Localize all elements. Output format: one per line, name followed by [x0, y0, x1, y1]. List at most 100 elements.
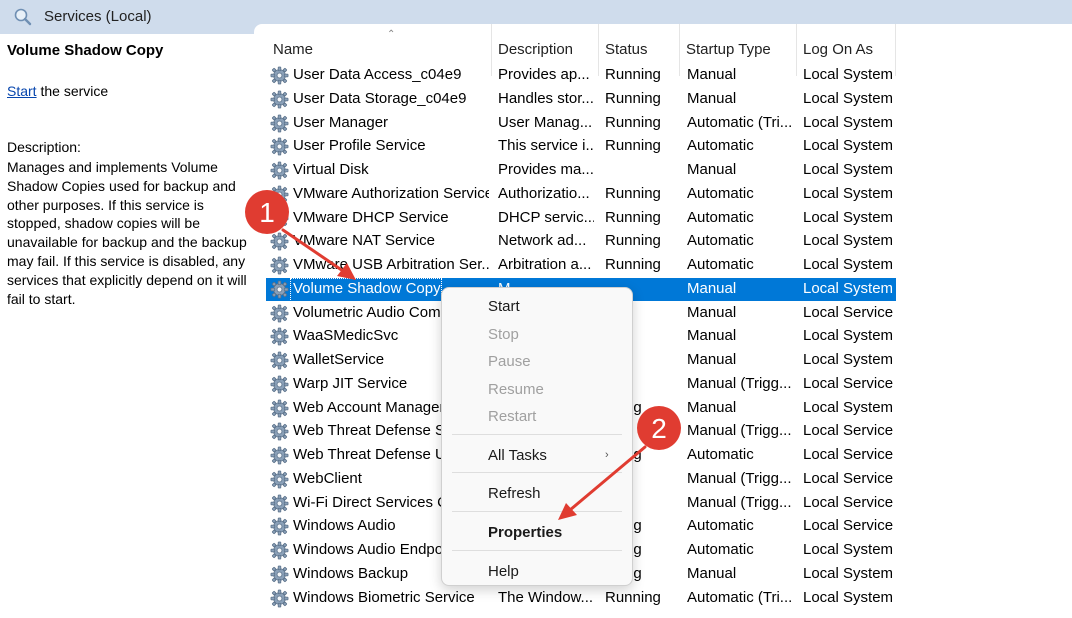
service-startup-type: Manual	[687, 303, 737, 321]
table-row[interactable]: User Manager User Manag... Running Automati…	[254, 112, 1072, 135]
gear-icon	[270, 304, 289, 323]
table-row[interactable]: Windows Biometric Service The Window... Ru…	[254, 587, 1072, 610]
service-log-on-as: Local System	[803, 398, 894, 416]
gear-icon	[270, 232, 289, 251]
description-text: Manages and implements Volume Shadow Cop…	[7, 159, 247, 307]
service-log-on-as: Local System	[803, 161, 894, 178]
service-status: Running	[605, 232, 661, 250]
service-log-on-as: Local System	[803, 279, 894, 297]
sort-ascending-icon: ⌃	[387, 29, 396, 40]
services-list[interactable]: Name ⌃ Description Status Startup Type Lo…	[254, 24, 1072, 618]
service-log-on-as: Local Service	[803, 446, 894, 463]
service-name: VMware DHCP Service	[293, 208, 449, 226]
service-description: Provides ma...	[498, 161, 594, 178]
menu-item-all-tasks[interactable]: All Tasks	[488, 447, 547, 464]
service-log-on-as: Local System	[803, 89, 894, 107]
menu-item-help[interactable]: Help	[488, 563, 519, 580]
service-log-on-as: Local System	[803, 184, 894, 202]
service-startup-type: Manual (Trigg...	[687, 374, 792, 392]
start-service-link[interactable]: Start	[7, 83, 37, 99]
service-status: Running	[605, 113, 661, 131]
service-startup-type: Manual (Trigg...	[687, 469, 792, 487]
table-row[interactable]: Windows AudionningAutomaticLocal Service	[254, 515, 1072, 538]
gear-icon	[270, 565, 289, 584]
table-row[interactable]: Warp JIT Service Manual (Trigg... Local Se…	[254, 373, 1072, 396]
table-row[interactable]: Volumetric Audio Comp Manual Local Service	[254, 302, 1072, 325]
table-row[interactable]: User Profile Service This service i... Run…	[254, 135, 1072, 158]
table-row[interactable]: Web Threat Defense Se Manual (Trigg... Loc…	[254, 420, 1072, 443]
menu-item-properties[interactable]: Properties	[488, 524, 562, 541]
service-log-on-as: Local System	[803, 588, 894, 606]
menu-separator	[452, 472, 622, 473]
menu-item-refresh[interactable]: Refresh	[488, 485, 541, 502]
table-row[interactable]: Windows Audio EndponningAutomaticLocal S…	[254, 539, 1072, 562]
gear-icon	[270, 90, 289, 109]
table-row[interactable]: Virtual Disk Provides ma... Manual Local Sy…	[254, 159, 1072, 182]
service-startup-type: Manual	[687, 351, 737, 368]
start-service-suffix: the service	[36, 83, 109, 99]
service-log-on-as: Local System	[803, 256, 894, 273]
service-name: Windows Biometric Service	[293, 588, 475, 606]
table-row[interactable]: VMware NAT Service Network ad... Running Au…	[254, 230, 1072, 253]
service-description: User Manag...	[498, 113, 593, 131]
service-name: VMware Authorization Service	[293, 184, 489, 202]
service-startup-type: Automatic	[687, 208, 754, 226]
table-row[interactable]: Web Threat Defense UsnningAutomaticLocal…	[254, 444, 1072, 467]
service-log-on-as: Local System	[803, 208, 894, 226]
gear-icon	[270, 375, 289, 394]
service-log-on-as: Local System	[803, 232, 894, 250]
service-startup-type: Automatic	[687, 446, 754, 463]
service-name: Virtual Disk	[293, 161, 369, 178]
gear-icon	[270, 256, 289, 275]
service-status: Running	[605, 208, 661, 226]
table-row[interactable]: WaaSMedicSvc Manual Local System	[254, 325, 1072, 348]
selected-service-title: Volume Shadow Copy	[7, 42, 164, 59]
table-row[interactable]: WebClient Manual (Trigg... Local Service	[254, 468, 1072, 491]
menu-item-start[interactable]: Start	[488, 298, 520, 315]
table-row[interactable]: VMware USB Arbitration Ser... Arbitration…	[254, 254, 1072, 277]
gear-icon	[270, 185, 289, 204]
gear-icon	[270, 280, 289, 299]
chevron-right-icon: ›	[605, 449, 609, 461]
service-status: Running	[605, 137, 661, 155]
description-pane: Volume Shadow Copy Start the service Des…	[0, 34, 254, 618]
gear-icon	[270, 137, 289, 156]
context-menu: Start Stop Pause Resume Restart All Task…	[441, 287, 633, 586]
table-row[interactable]: VMware Authorization Service Authorizatio…	[254, 183, 1072, 206]
table-row[interactable]: Wi-Fi Direct Services Co Manual (Trigg...…	[254, 492, 1072, 515]
service-startup-type: Manual	[687, 89, 737, 107]
table-row[interactable]: User Data Storage_c04e9 Handles stor... Ru…	[254, 88, 1072, 111]
gear-icon	[270, 470, 289, 489]
service-startup-type: Manual	[687, 564, 737, 582]
gear-icon	[270, 589, 289, 608]
service-startup-type: Manual	[687, 327, 737, 345]
service-name: User Profile Service	[293, 137, 426, 155]
table-row[interactable]: Windows BackupnningManualLocal System	[254, 563, 1072, 586]
service-log-on-as: Local System	[803, 113, 894, 131]
service-status: Running	[605, 89, 661, 107]
service-log-on-as: Local System	[803, 137, 894, 155]
gear-icon	[270, 541, 289, 560]
service-startup-type: Manual (Trigg...	[687, 493, 792, 511]
service-description: Provides ap...	[498, 66, 590, 83]
service-status: Running	[605, 66, 661, 83]
gear-icon	[270, 66, 289, 85]
gear-icon	[270, 327, 289, 346]
table-row[interactable]: VMware DHCP Service DHCP servic... Running…	[254, 207, 1072, 230]
service-status: Running	[605, 184, 661, 202]
service-startup-type: Manual (Trigg...	[687, 422, 792, 440]
table-row[interactable]: User Data Access_c04e9 Provides ap... Runn…	[254, 64, 1072, 87]
service-log-on-as: Local Service	[803, 374, 894, 392]
service-log-on-as: Local System	[803, 541, 894, 558]
service-startup-type: Automatic	[687, 541, 754, 558]
table-row[interactable]: Volume Shadow CopyMManualLocal System	[254, 277, 1072, 302]
service-startup-type: Automatic (Tri...	[687, 588, 793, 606]
menu-item-resume: Resume	[488, 381, 544, 398]
services-magnifier-icon	[14, 8, 32, 26]
table-row[interactable]: Web Account ManagernningManualLocal Syst…	[254, 397, 1072, 420]
table-row[interactable]: WalletService Manual Local System	[254, 349, 1072, 372]
gear-icon	[270, 517, 289, 536]
service-description: Network ad...	[498, 232, 587, 250]
service-name: VMware USB Arbitration Ser...	[293, 256, 489, 273]
window-title: Services (Local)	[44, 8, 152, 25]
